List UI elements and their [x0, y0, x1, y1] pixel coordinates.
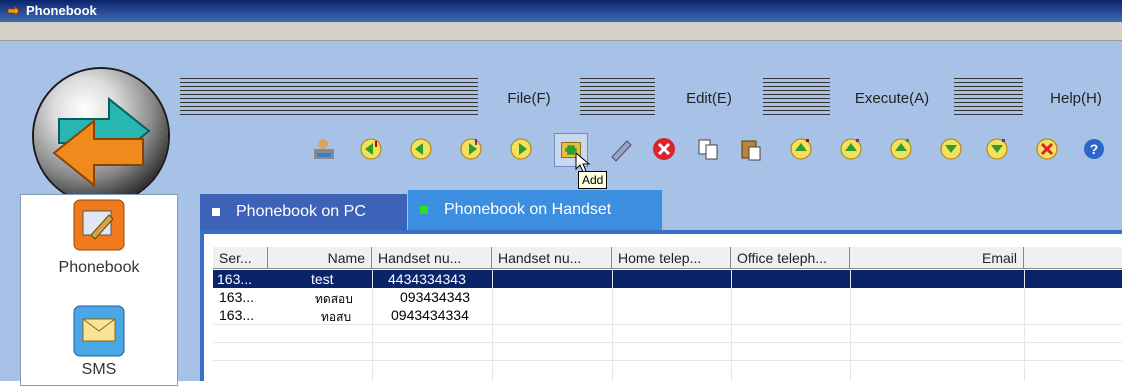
table-row[interactable]: 163... ทอสบ 0943434334 [213, 306, 1122, 324]
nav-sms[interactable]: SMS [21, 289, 177, 379]
table-row[interactable]: 163... ทดสอบ 093434343 [213, 288, 1122, 306]
cell-serial: 163... [219, 307, 255, 323]
menu-file[interactable]: File(F) [478, 78, 580, 118]
svg-text:?: ? [1090, 141, 1099, 157]
help-icon[interactable]: ? [1080, 135, 1108, 163]
phonebook-icon [73, 199, 125, 251]
cell-handset: 0943434334 [391, 307, 469, 323]
table-row[interactable]: 163... test 4434334343 [213, 270, 1122, 288]
column-header-handset1[interactable]: Handset nu... [372, 247, 492, 269]
cell-serial: 163... [217, 271, 253, 287]
download-icon[interactable] [407, 135, 435, 163]
grid-col-line [850, 269, 851, 381]
logo-arrows-icon [52, 96, 151, 188]
column-header-home-phone[interactable]: Home telep... [612, 247, 731, 269]
remove-icon[interactable] [1033, 135, 1061, 163]
column-header-handset2[interactable]: Handset nu... [492, 247, 612, 269]
cell-serial: 163... [219, 289, 255, 305]
upload-icon[interactable] [507, 135, 535, 163]
grid-line [213, 342, 1122, 343]
sync-icon[interactable] [787, 135, 815, 163]
title-bar: Phonebook [0, 0, 1122, 22]
delete-icon[interactable] [650, 135, 678, 163]
paste-icon[interactable] [737, 135, 765, 163]
menu-strip [0, 22, 1122, 41]
cell-handset: 4434334343 [388, 271, 466, 287]
menu-help[interactable]: Help(H) [1023, 78, 1122, 118]
download-all-icon[interactable] [357, 135, 385, 163]
nav-phonebook-label: Phonebook [58, 259, 140, 276]
app-icon [7, 4, 20, 18]
menu-band: File(F) Edit(E) Execute(A) Help(H) [180, 78, 1122, 118]
grid-col-line [1024, 269, 1025, 381]
tab-phonebook-handset-label: Phonebook on Handset [444, 201, 612, 218]
tab-phonebook-pc-label: Phonebook on PC [236, 203, 366, 220]
grid-col-line [492, 269, 493, 381]
sms-icon [73, 305, 125, 357]
app-logo [34, 69, 168, 203]
tab-indicator-icon [212, 208, 220, 216]
sync-v-icon[interactable] [887, 135, 915, 163]
contacts-table: Ser... Name Handset nu... Handset nu... … [200, 230, 1122, 381]
nav-sms-label: SMS [81, 361, 117, 378]
column-header-blank [1024, 247, 1122, 269]
menu-execute[interactable]: Execute(A) [830, 78, 954, 118]
column-header-serial[interactable]: Ser... [213, 247, 268, 269]
tab-phonebook-handset[interactable]: Phonebook on Handset [408, 190, 662, 230]
cell-handset: 093434343 [400, 289, 471, 305]
edit-icon[interactable] [607, 135, 635, 163]
grid-col-line [612, 269, 613, 381]
tab-indicator-icon [420, 206, 428, 214]
grid-col-line [731, 269, 732, 381]
column-header-office-phone[interactable]: Office teleph... [731, 247, 850, 269]
phonebook-contact-icon[interactable] [310, 135, 338, 163]
grid-col-line [372, 269, 373, 381]
toolbar-tooltip: Add [578, 171, 608, 189]
cell-name: test [311, 271, 334, 287]
grid-line [213, 360, 1122, 361]
column-header-email[interactable]: Email [850, 247, 1024, 269]
nav-phonebook[interactable]: Phonebook [21, 199, 177, 277]
tab-phonebook-pc[interactable]: Phonebook on PC [200, 194, 407, 230]
backup-icon[interactable] [937, 135, 965, 163]
column-header-name[interactable]: Name [268, 247, 372, 269]
upload-all-icon[interactable] [457, 135, 485, 163]
copy-icon[interactable] [694, 135, 722, 163]
restore-icon[interactable] [983, 135, 1011, 163]
nav-panel: Phonebook SMS [20, 194, 178, 386]
menu-edit[interactable]: Edit(E) [655, 78, 763, 118]
window-title: Phonebook [26, 3, 97, 18]
grid-line [213, 324, 1122, 325]
sync-p-icon[interactable] [837, 135, 865, 163]
